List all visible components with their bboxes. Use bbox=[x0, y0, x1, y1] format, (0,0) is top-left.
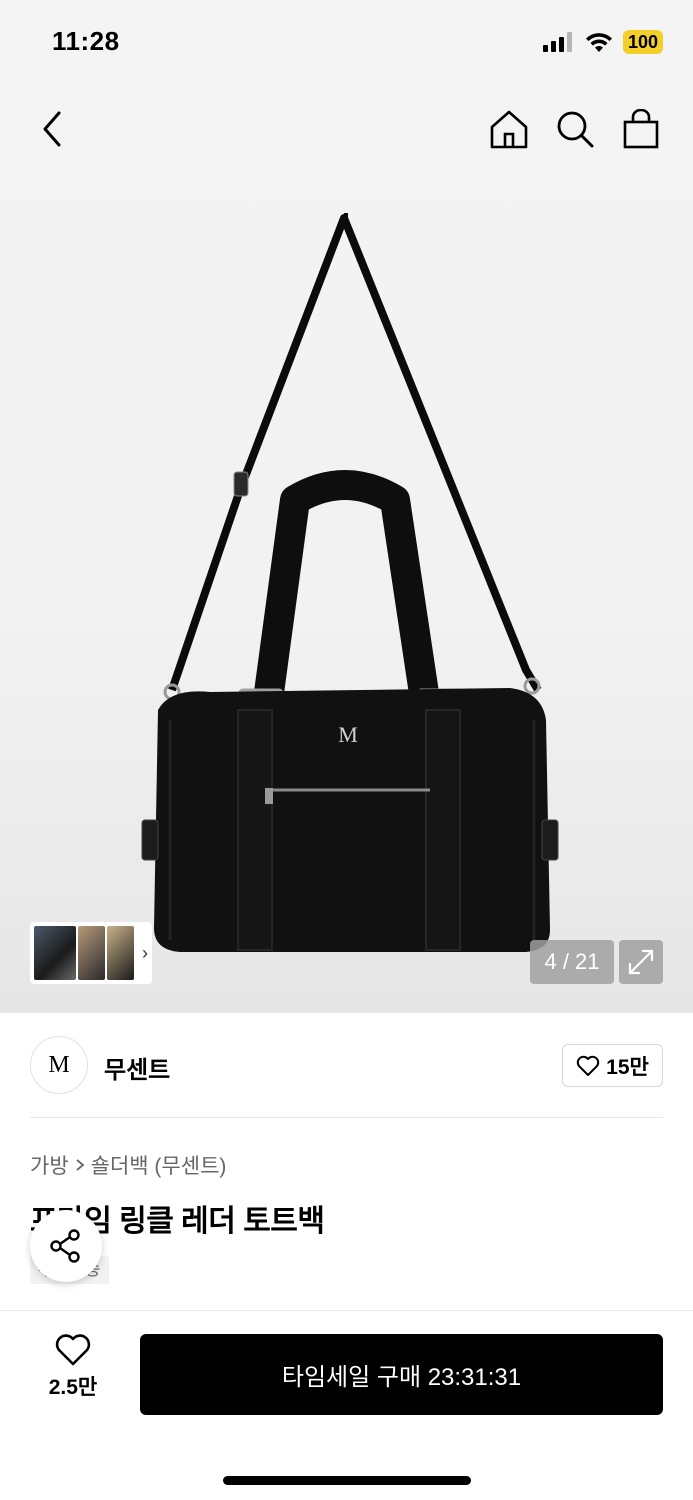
bag-logo-text: M bbox=[338, 722, 358, 747]
thumbnail-2[interactable] bbox=[77, 926, 105, 980]
search-icon bbox=[557, 111, 594, 148]
status-time: 11:28 bbox=[52, 26, 120, 56]
chevron-right-icon[interactable]: › bbox=[142, 943, 148, 964]
wishlist-button[interactable]: 2.5만 bbox=[30, 1333, 116, 1401]
thumbnail-1[interactable] bbox=[34, 926, 76, 980]
chevron-right-icon bbox=[76, 1159, 85, 1171]
top-nav-actions bbox=[487, 104, 663, 154]
wifi-icon bbox=[585, 33, 612, 52]
chevron-left-icon bbox=[43, 111, 61, 147]
shopping-bag-icon bbox=[623, 109, 659, 149]
product-image: M bbox=[141, 213, 559, 952]
home-indicator bbox=[223, 1476, 471, 1485]
signal-icon bbox=[542, 32, 572, 52]
buy-button[interactable]: 타임세일 구매 23:31:31 bbox=[140, 1334, 663, 1415]
cart-button[interactable] bbox=[619, 104, 663, 154]
share-icon bbox=[50, 1229, 80, 1263]
product-gallery[interactable]: 11:28 100 M › 4 / 21 bbox=[0, 0, 693, 1013]
search-button[interactable] bbox=[553, 104, 597, 154]
home-icon bbox=[490, 110, 528, 149]
brand-name[interactable]: 무센트 bbox=[104, 1050, 170, 1085]
breadcrumb-item-subcategory[interactable]: 숄더백 (무센트) bbox=[91, 1150, 227, 1180]
battery-indicator: 100 bbox=[622, 30, 663, 54]
divider bbox=[30, 1117, 663, 1118]
thumbnail-3[interactable] bbox=[106, 926, 134, 980]
status-bar: 11:28 100 bbox=[0, 0, 693, 86]
image-counter: 4 / 21 bbox=[530, 940, 614, 984]
wishlist-count: 2.5만 bbox=[48, 1376, 98, 1399]
purchase-bar: 2.5만 타임세일 구매 23:31:31 bbox=[0, 1310, 693, 1500]
breadcrumb: 가방 숄더백 (무센트) bbox=[30, 1150, 226, 1180]
home-button[interactable] bbox=[487, 104, 531, 154]
brand-logo[interactable]: M bbox=[30, 1036, 88, 1094]
share-button[interactable] bbox=[30, 1210, 102, 1282]
back-button[interactable] bbox=[30, 104, 74, 154]
status-indicators: 100 bbox=[542, 30, 663, 54]
brand-like-count: 15만 bbox=[606, 1055, 649, 1079]
heart-icon bbox=[55, 1334, 91, 1366]
brand-row[interactable]: M 무센트 15만 bbox=[30, 1036, 663, 1096]
expand-icon bbox=[628, 949, 654, 975]
breadcrumb-item-category[interactable]: 가방 bbox=[30, 1150, 69, 1180]
thumbnail-strip[interactable]: › bbox=[30, 922, 152, 984]
heart-icon bbox=[576, 1055, 600, 1076]
brand-like-button[interactable]: 15만 bbox=[562, 1044, 663, 1087]
expand-button[interactable] bbox=[619, 940, 663, 984]
